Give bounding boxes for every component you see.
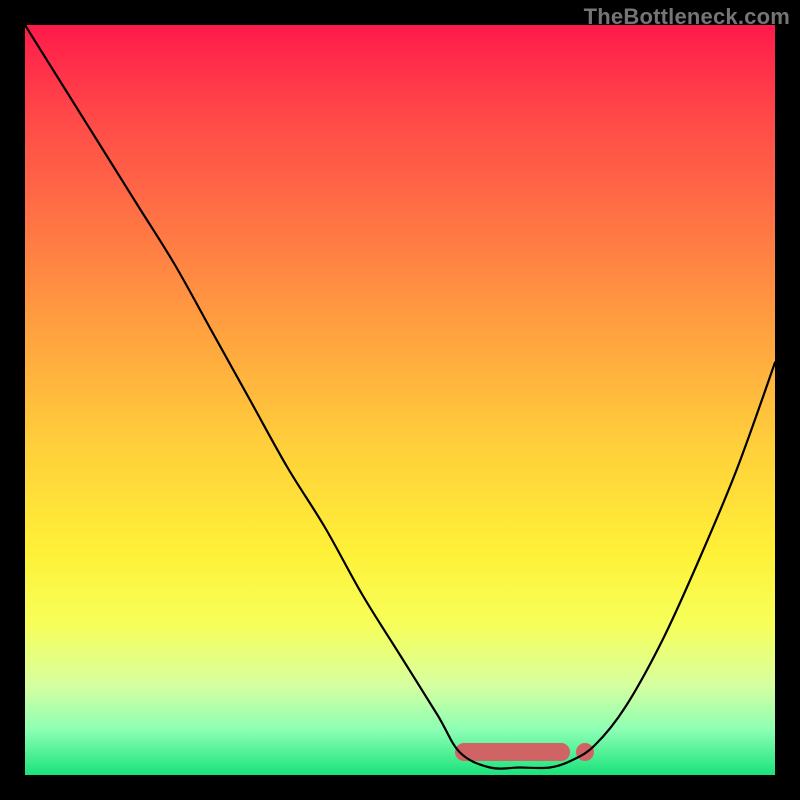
- chart-plot-area: [25, 25, 775, 775]
- watermark-text: TheBottleneck.com: [584, 4, 790, 30]
- curve-path: [25, 25, 775, 769]
- chart-frame: TheBottleneck.com: [0, 0, 800, 800]
- bottleneck-curve: [25, 25, 775, 775]
